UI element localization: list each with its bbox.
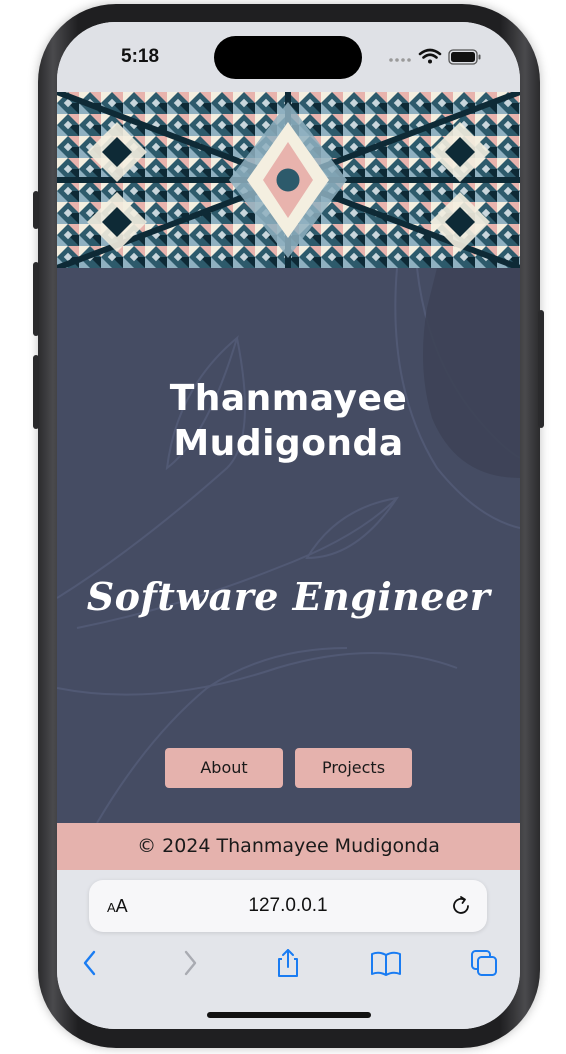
wifi-icon [418,48,442,64]
signal-dots-icon [389,58,411,62]
browser-bar: AA 127.0.0.1 [57,870,520,1029]
action-button [33,191,39,229]
url-text[interactable]: 127.0.0.1 [89,880,487,932]
address-bar[interactable]: AA 127.0.0.1 [89,880,487,932]
dynamic-island [214,36,362,79]
hero-banner [57,92,520,268]
share-icon[interactable] [271,948,305,978]
side-button [538,310,544,428]
footer: © 2024 Thanmayee Mudigonda [57,823,520,870]
status-bar: 5:18 [57,22,520,92]
home-indicator [207,1012,371,1018]
job-title: Software Engineer [86,574,491,619]
leaf-decoration [57,268,520,823]
tabs-icon[interactable] [467,948,501,978]
reload-icon[interactable] [449,894,473,918]
forward-icon[interactable] [173,948,207,978]
projects-button[interactable]: Projects [295,748,412,788]
phone-screen: 5:18 Thanmayee Mudigonda Software Engine… [57,22,520,1029]
bookmarks-icon[interactable] [369,948,403,978]
about-button[interactable]: About [165,748,283,788]
back-icon[interactable] [73,948,107,978]
page-title: Thanmayee Mudigonda [169,378,408,464]
status-icons [389,48,481,65]
mosaic-image [57,92,520,268]
volume-down-button [33,355,39,429]
volume-up-button [33,262,39,336]
status-time: 5:18 [121,46,160,67]
main-section: Thanmayee Mudigonda Software Engineer Ab… [57,268,520,823]
battery-icon [448,49,481,65]
